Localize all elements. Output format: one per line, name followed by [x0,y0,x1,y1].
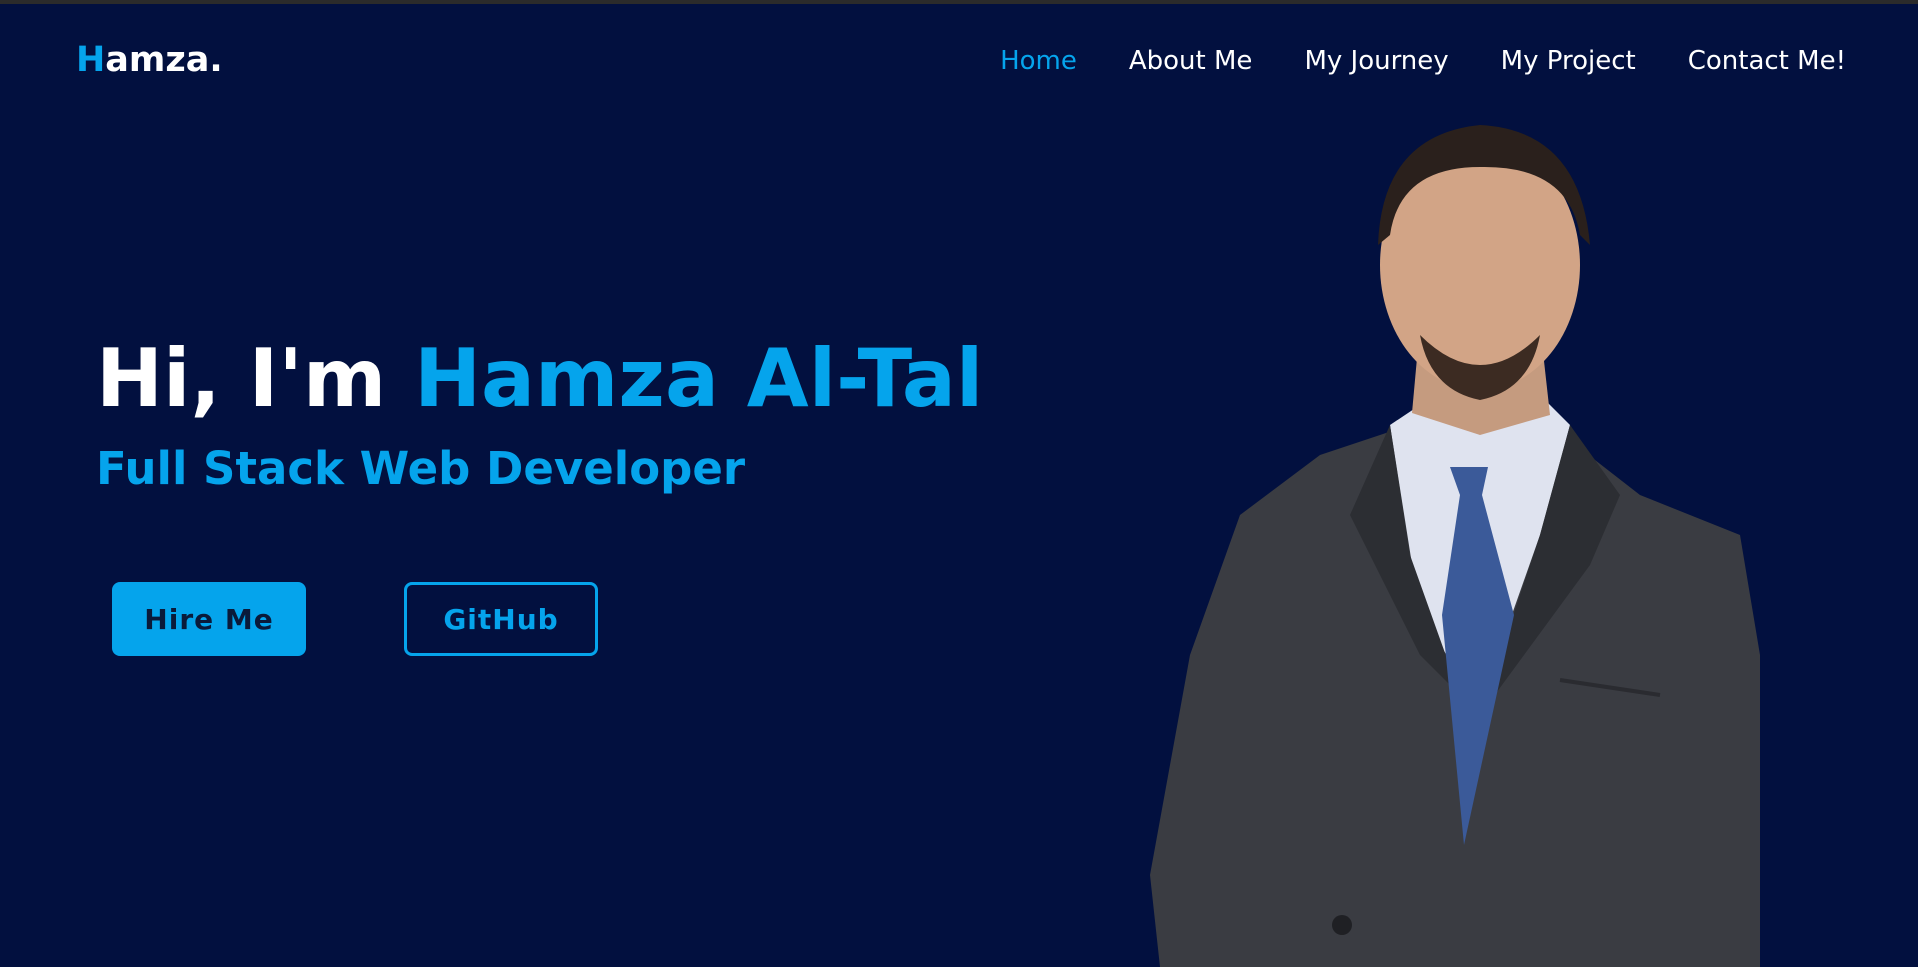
portfolio-page: Hamza. Home About Me My Journey My Proje… [0,0,1918,967]
window-top-border [0,0,1918,4]
nav-my-project[interactable]: My Project [1501,46,1636,76]
nav-contact-me[interactable]: Contact Me! [1688,46,1846,76]
logo-text: amza. [105,40,223,80]
hero-subtitle: Full Stack Web Developer [96,442,746,495]
hero-greeting: Hi, I'm [96,332,387,425]
profile-portrait [1150,125,1760,967]
main-nav: Home About Me My Journey My Project Cont… [1000,46,1846,76]
site-logo[interactable]: Hamza. [76,40,223,80]
nav-about-me[interactable]: About Me [1129,46,1253,76]
nav-my-journey[interactable]: My Journey [1304,46,1448,76]
hero-name: Hamza Al-Tal [414,332,984,425]
nav-home[interactable]: Home [1000,46,1077,76]
hero-title: Hi, I'm Hamza Al-Tal [96,332,983,425]
logo-accent-letter: H [76,40,106,80]
github-button[interactable]: GitHub [404,582,598,656]
hire-me-button[interactable]: Hire Me [112,582,306,656]
